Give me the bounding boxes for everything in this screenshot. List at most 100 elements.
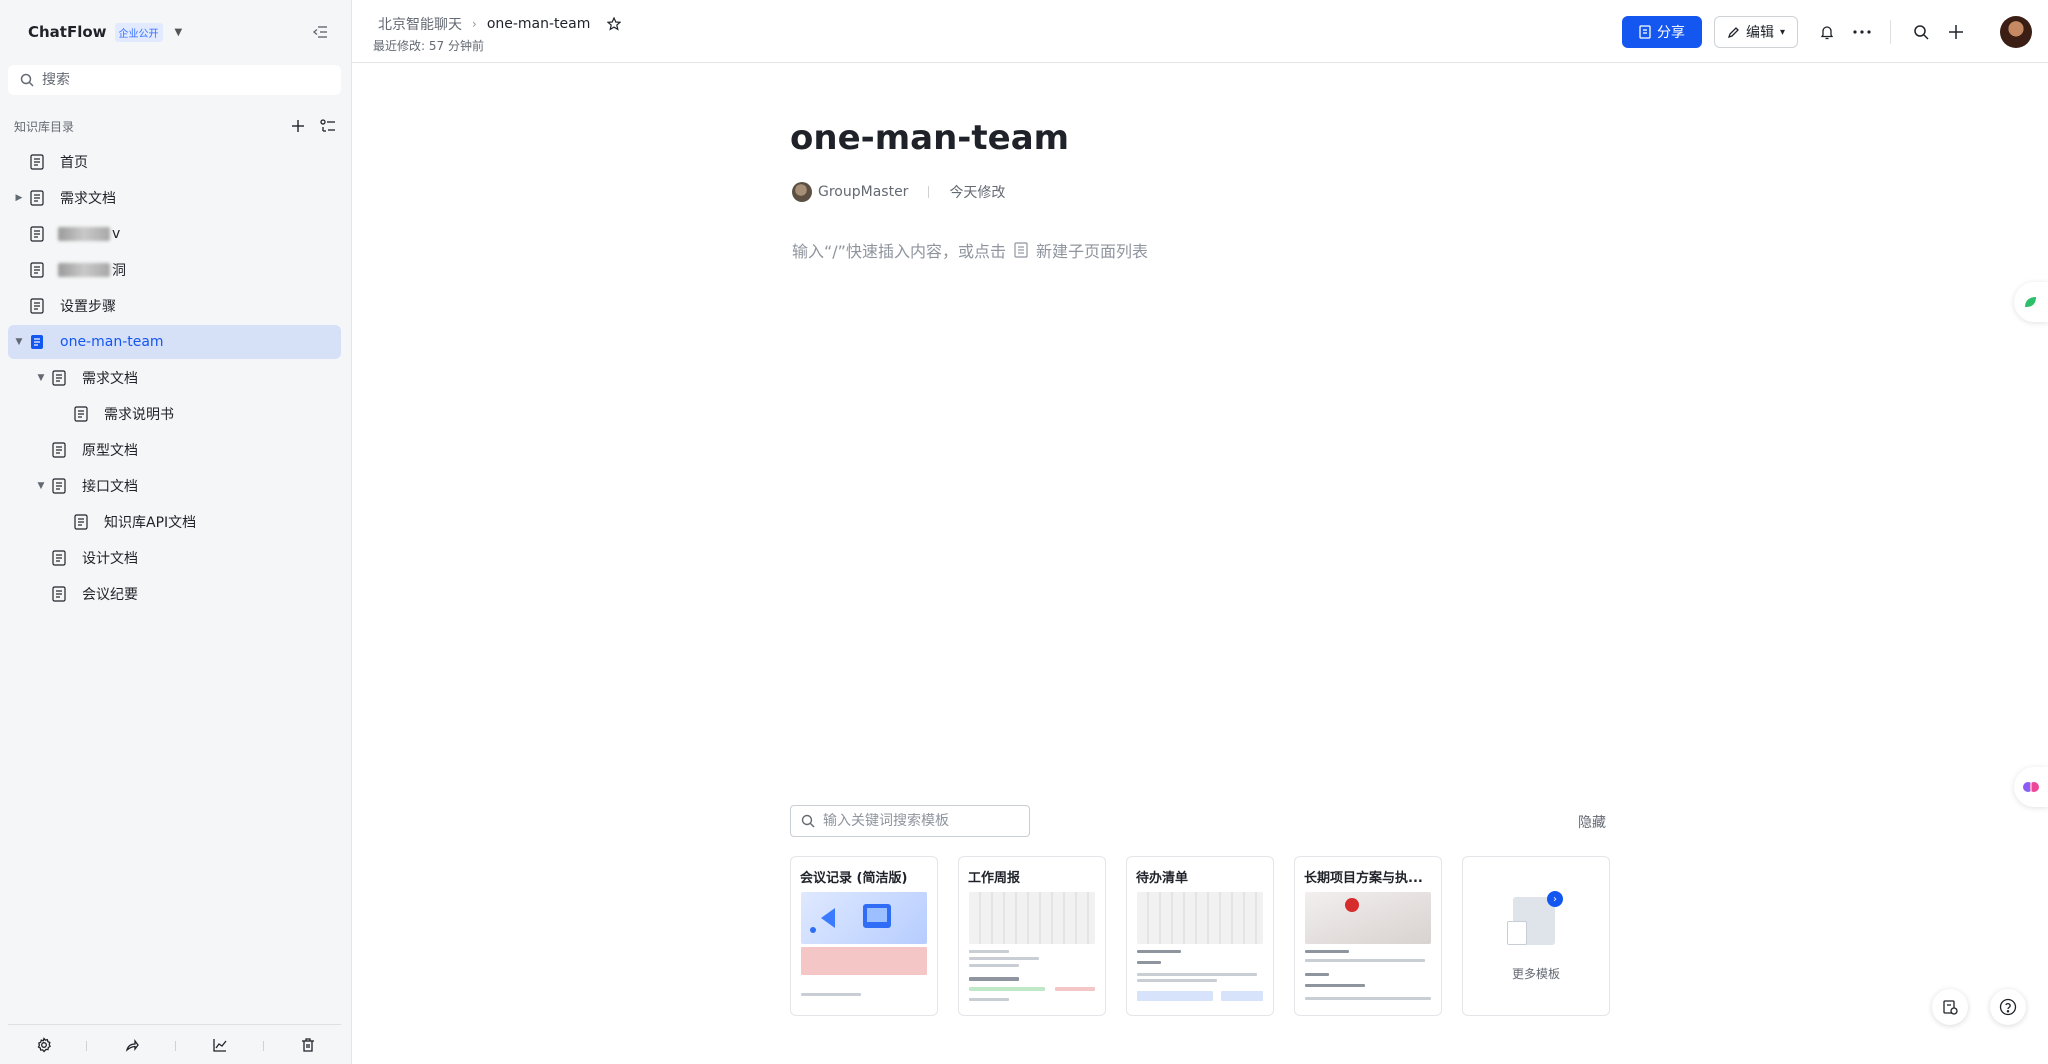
- directory-settings-icon[interactable]: [316, 114, 340, 138]
- redacted-text: [58, 227, 110, 241]
- doc-meta: GroupMaster 今天修改: [792, 182, 1005, 202]
- template-card[interactable]: 工作周报: [958, 856, 1106, 1016]
- doc-icon: [52, 370, 68, 386]
- sidebar-tree-label: 接口文档: [82, 479, 138, 495]
- author-name[interactable]: GroupMaster: [818, 184, 908, 200]
- template-card[interactable]: 长期项目方案与执...: [1294, 856, 1442, 1016]
- caret-down-icon[interactable]: ▼: [34, 479, 48, 493]
- sidebar-tree-label: 需求文档: [60, 191, 116, 207]
- doc-icon: [52, 442, 68, 458]
- add-page-icon[interactable]: [286, 114, 310, 138]
- collapse-sidebar-icon[interactable]: [308, 20, 332, 44]
- sidebar-tree-label: 洞: [112, 263, 126, 279]
- add-icon[interactable]: [1944, 20, 1968, 44]
- kb-directory-title: 知识库目录: [14, 119, 75, 134]
- doc-icon: [52, 586, 68, 602]
- template-search-input[interactable]: [823, 813, 1023, 829]
- chevron-down-icon: ▾: [1779, 26, 1786, 38]
- share-export-icon[interactable]: [122, 1035, 142, 1055]
- template-thumbnail: [1137, 892, 1263, 944]
- template-search[interactable]: [790, 805, 1030, 837]
- template-thumbnail: [1305, 892, 1431, 944]
- sidebar-tree-item[interactable]: 设计文档: [8, 541, 341, 575]
- sidebar-tree-item[interactable]: 设置步骤: [8, 289, 341, 323]
- sidebar-tree-label: 首页: [60, 155, 88, 171]
- caret-down-icon: ▼: [174, 26, 183, 38]
- template-thumbnail: [969, 892, 1095, 944]
- doc-icon: [52, 550, 68, 566]
- pencil-icon: [1727, 26, 1739, 38]
- sidebar-tree-label: one-man-team: [60, 334, 164, 350]
- top-bar: 北京智能聊天 › one-man-team 最近修改: 57 分钟前 分享 编辑…: [352, 0, 2048, 63]
- breadcrumb-parent[interactable]: 北京智能聊天: [378, 14, 462, 34]
- caret-right-icon[interactable]: ▶: [12, 191, 26, 205]
- template-cards: 会议记录 (简洁版) 工作周报 待办清单 长期项目方案与执... › 更多模板: [790, 856, 1610, 1016]
- ai-assistant-tab[interactable]: [2014, 282, 2048, 322]
- edit-label: 编辑: [1745, 25, 1774, 41]
- template-card[interactable]: 待办清单: [1126, 856, 1274, 1016]
- sidebar-tree-item[interactable]: 会议纪要: [8, 577, 341, 611]
- analytics-icon[interactable]: [210, 1035, 230, 1055]
- content-placeholder[interactable]: 输入“/”快速插入内容，或点击 新建子页面列表: [792, 238, 1148, 262]
- sidebar-tree-item[interactable]: ▶ 需求文档: [8, 181, 341, 215]
- sidebar-tree-item[interactable]: ▼ 需求文档: [8, 361, 341, 395]
- sidebar-tree-item[interactable]: v: [8, 217, 341, 251]
- user-avatar[interactable]: [2000, 16, 2032, 48]
- share-button[interactable]: 分享: [1622, 16, 1702, 48]
- last-modified: 最近修改: 57 分钟前: [373, 39, 484, 53]
- edit-button[interactable]: 编辑 ▾: [1714, 16, 1798, 48]
- template-thumbnail: [801, 892, 927, 944]
- sidebar-tree-item[interactable]: 需求说明书: [8, 397, 341, 431]
- sidebar-tree-label: 知识库API文档: [104, 515, 197, 531]
- trash-icon[interactable]: [298, 1035, 318, 1055]
- sidebar-tree-item[interactable]: 原型文档: [8, 433, 341, 467]
- template-card-title: 会议记录 (简洁版): [800, 871, 908, 886]
- caret-down-icon[interactable]: ▼: [12, 335, 26, 349]
- breadcrumb-current[interactable]: one-man-team: [487, 16, 591, 32]
- more-templates-card[interactable]: › 更多模板: [1462, 856, 1610, 1016]
- sidebar-tree-item[interactable]: ▼ 接口文档: [8, 469, 341, 503]
- author-avatar: [792, 182, 812, 202]
- kb-tree: 首页 ▶ 需求文档 v 洞设置步骤 ▼ one-man-team ▼ 需求文档 需求说明书 原型文档…: [8, 145, 341, 613]
- doc-icon: [30, 154, 46, 170]
- search-icon: [801, 814, 815, 828]
- sidebar-tree-label: 原型文档: [82, 443, 138, 459]
- help-icon[interactable]: [1990, 989, 2026, 1025]
- star-icon[interactable]: [606, 16, 622, 32]
- search-icon[interactable]: [1909, 20, 1933, 44]
- subpage-list-icon: [1014, 242, 1028, 258]
- brain-assistant-tab[interactable]: [2014, 767, 2048, 807]
- template-card-title: 长期项目方案与执...: [1304, 871, 1423, 886]
- sidebar-search[interactable]: [8, 65, 341, 95]
- sidebar-search-input[interactable]: [42, 72, 302, 88]
- kb-directory-header: 知识库目录: [14, 114, 335, 138]
- sidebar-tree-item[interactable]: ▼ one-man-team: [8, 325, 341, 359]
- hide-templates-button[interactable]: 隐藏: [1578, 812, 1606, 832]
- visibility-badge: 企业公开: [114, 22, 163, 42]
- sidebar-tree-item[interactable]: 洞: [8, 253, 341, 287]
- sidebar-footer: [8, 1024, 341, 1064]
- share-doc-icon: [1639, 25, 1651, 39]
- sidebar-tree-label: v: [112, 226, 121, 242]
- doc-icon: [74, 406, 90, 422]
- workspace-switcher[interactable]: ChatFlow 企业公开 ▼: [28, 20, 182, 44]
- page-title[interactable]: one-man-team: [790, 118, 1069, 158]
- sidebar-tree-label: 设计文档: [82, 551, 138, 567]
- share-label: 分享: [1657, 25, 1685, 41]
- more-icon[interactable]: [1850, 20, 1874, 44]
- sidebar-tree-label: 需求说明书: [104, 407, 174, 423]
- caret-down-icon[interactable]: ▼: [34, 371, 48, 385]
- breadcrumb: 北京智能聊天 › one-man-team: [378, 14, 622, 34]
- sidebar: ChatFlow 企业公开 ▼ 知识库目录 首页 ▶ 需求文档 v 洞设置步骤 ▼ one-…: [0, 0, 352, 1064]
- sidebar-tree-item[interactable]: 知识库API文档: [8, 505, 341, 539]
- settings-icon[interactable]: [34, 1035, 54, 1055]
- template-card[interactable]: 会议记录 (简洁版): [790, 856, 938, 1016]
- outline-icon[interactable]: [1932, 989, 1968, 1025]
- leaf-icon: [2025, 297, 2036, 307]
- sidebar-tree-item[interactable]: 首页: [8, 145, 341, 179]
- bell-icon[interactable]: [1815, 20, 1839, 44]
- placeholder-prefix: 输入“/”快速插入内容，或点击: [792, 242, 1006, 261]
- placeholder-suffix: 新建子页面列表: [1035, 242, 1148, 261]
- doc-icon: [30, 226, 46, 242]
- doc-icon: [30, 298, 46, 314]
